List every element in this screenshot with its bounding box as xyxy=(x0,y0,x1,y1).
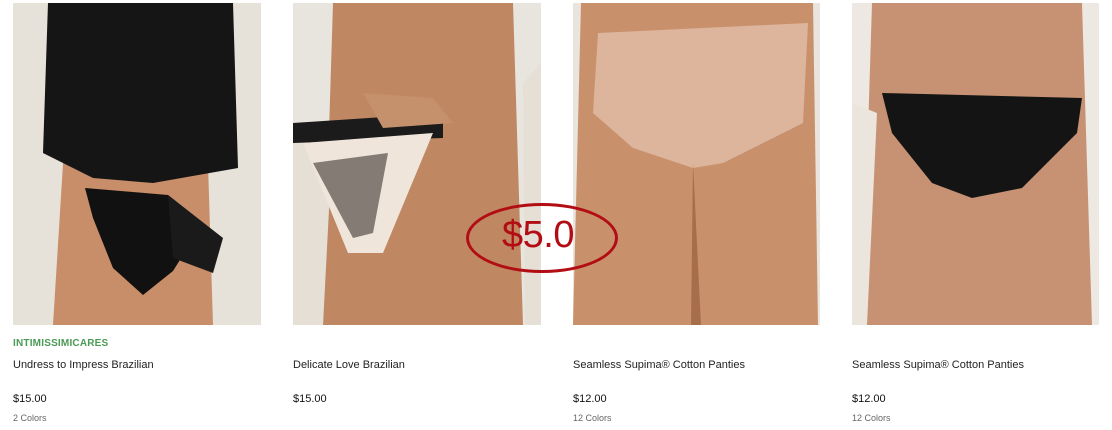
product-image[interactable] xyxy=(13,3,261,325)
product-name[interactable]: Undress to Impress Brazilian xyxy=(13,359,154,371)
product-card[interactable]: INTIMISSIMICARES Undress to Impress Braz… xyxy=(13,3,261,423)
product-price: $12.00 xyxy=(573,393,607,405)
product-name[interactable]: Delicate Love Brazilian xyxy=(293,359,405,371)
product-price: $15.00 xyxy=(13,393,47,405)
product-name[interactable]: Seamless Supima® Cotton Panties xyxy=(573,359,745,371)
promo-price-label: $5.0 xyxy=(502,214,574,256)
product-image[interactable] xyxy=(293,3,541,325)
product-price: $15.00 xyxy=(293,393,327,405)
product-image[interactable] xyxy=(852,3,1099,325)
product-color-count[interactable]: 2 Colors xyxy=(13,413,47,423)
lingerie-photo-icon xyxy=(573,3,820,325)
product-color-count[interactable]: 12 Colors xyxy=(852,413,891,423)
product-card[interactable]: Seamless Supima® Cotton Panties $12.00 1… xyxy=(852,3,1099,423)
product-card[interactable]: Seamless Supima® Cotton Panties $12.00 1… xyxy=(573,3,820,423)
product-image[interactable] xyxy=(573,3,820,325)
product-name[interactable]: Seamless Supima® Cotton Panties xyxy=(852,359,1024,371)
product-brand: INTIMISSIMICARES xyxy=(13,338,109,349)
product-color-count[interactable]: 12 Colors xyxy=(573,413,612,423)
lingerie-photo-icon xyxy=(852,3,1099,325)
product-price: $12.00 xyxy=(852,393,886,405)
lingerie-photo-icon xyxy=(293,3,541,325)
product-card[interactable]: Delicate Love Brazilian $15.00 xyxy=(293,3,541,405)
lingerie-photo-icon xyxy=(13,3,261,325)
